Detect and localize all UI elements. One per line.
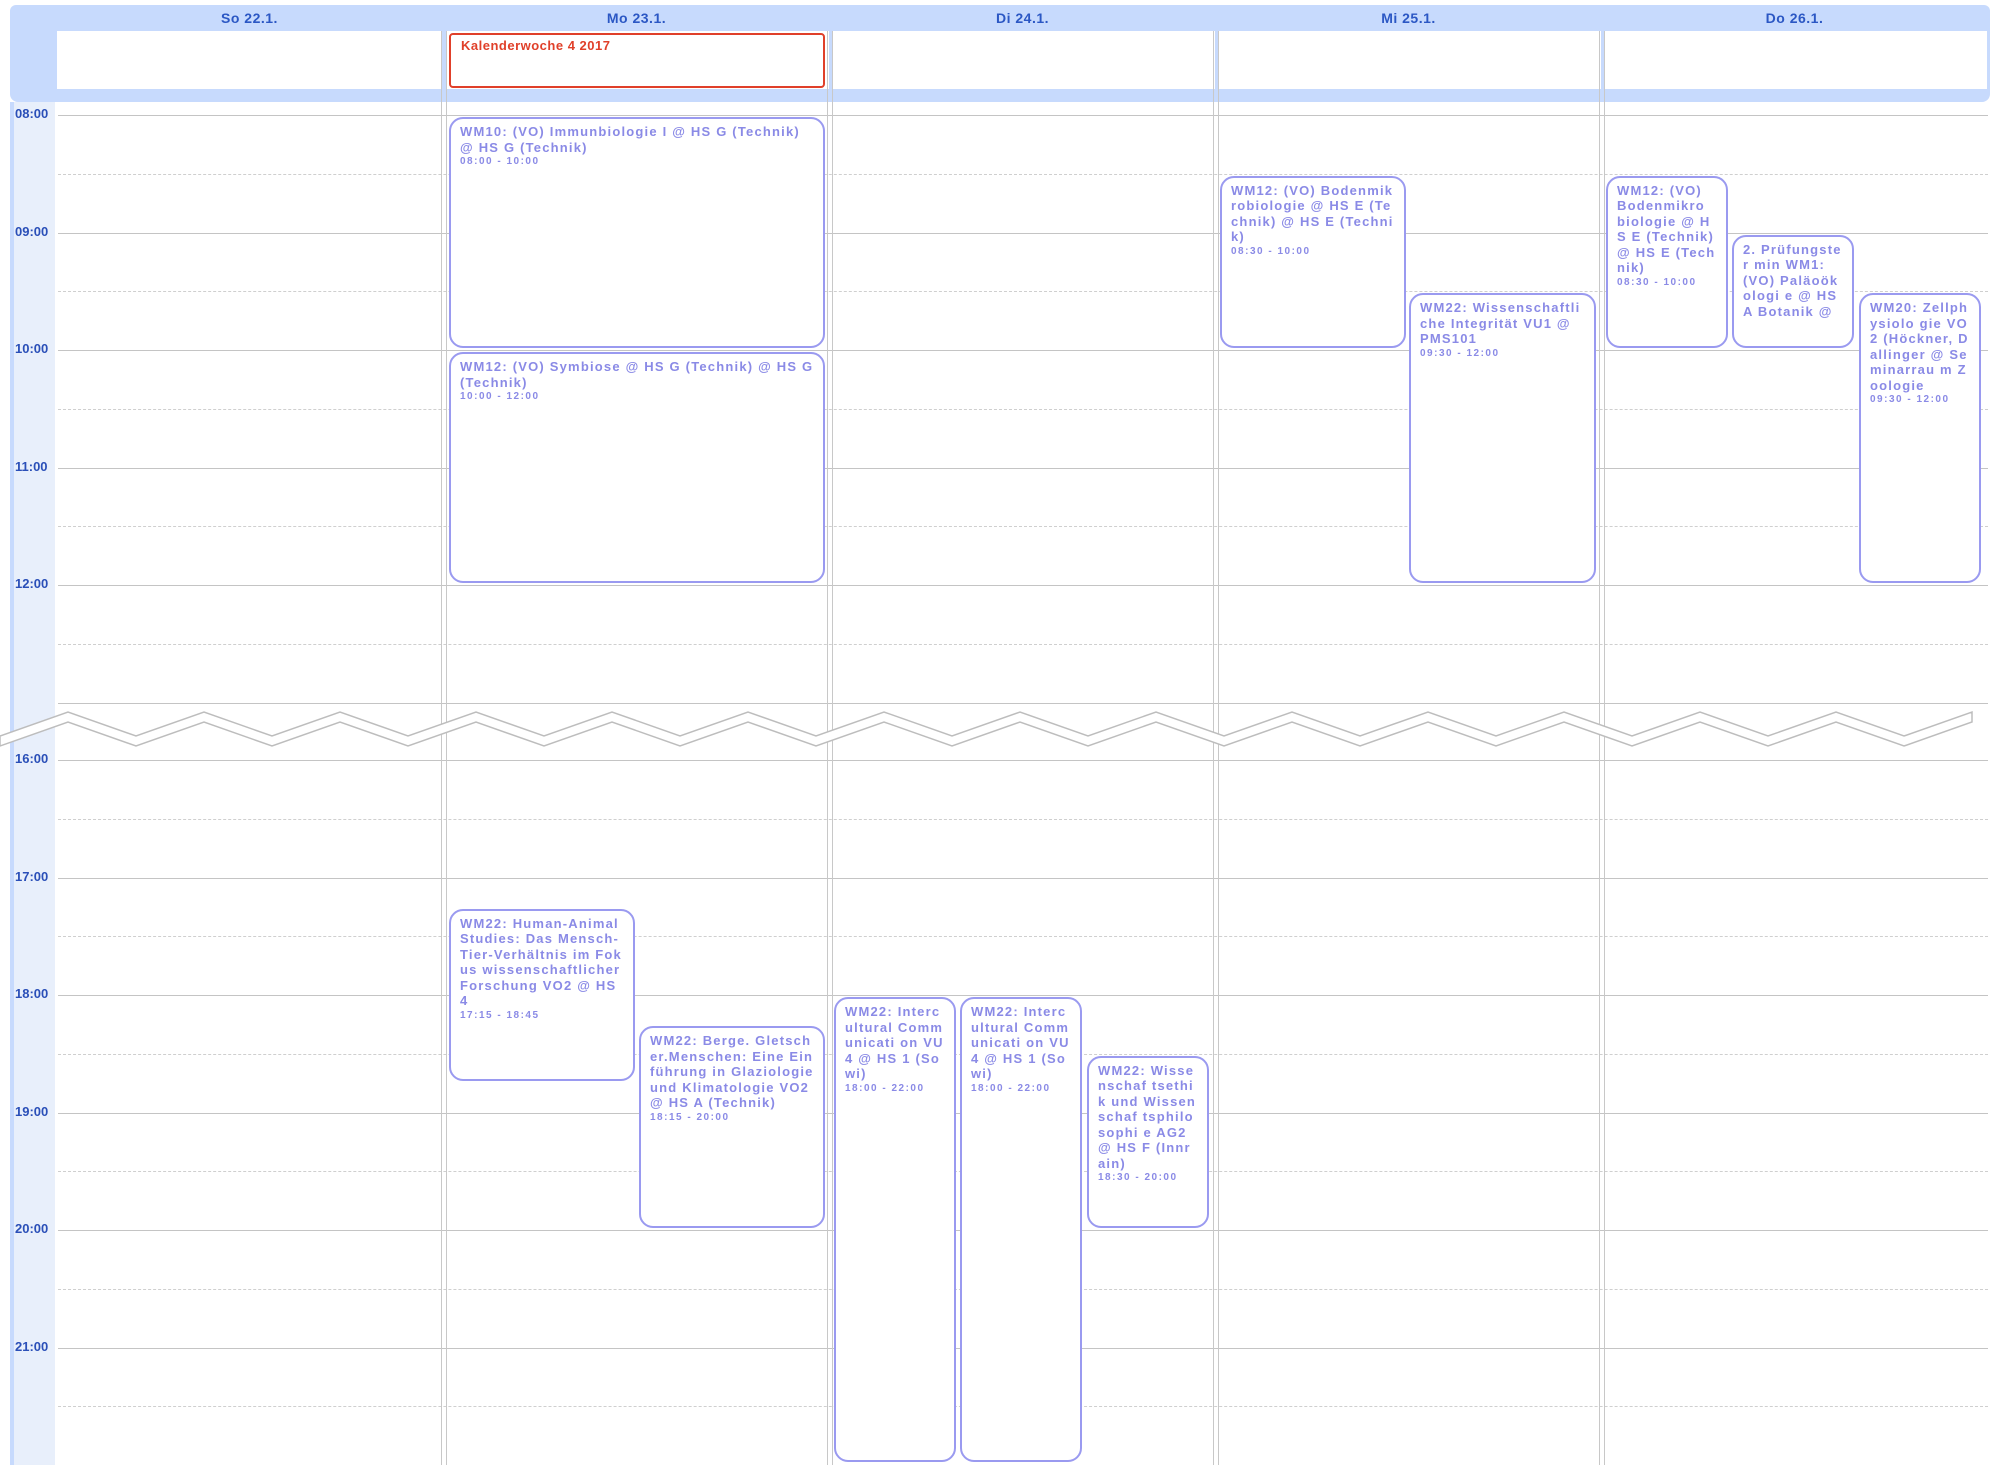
half-hour-gridline [58, 643, 1988, 645]
hour-gridline [58, 115, 1988, 116]
day-header[interactable]: Do 26.1. [1602, 5, 1987, 31]
half-hour-gridline [58, 526, 1988, 528]
day-header[interactable]: Mi 25.1. [1216, 5, 1601, 31]
event-title: WM22: Intercultural Communicati on VU4 @… [971, 1004, 1070, 1081]
day-header[interactable]: Di 24.1. [830, 5, 1215, 31]
hour-label: 11:00 [15, 458, 48, 474]
calendar-event[interactable]: WM22: Human-Animal Studies: Das Mensch-T… [449, 908, 635, 1082]
half-hour-gridline [58, 818, 1988, 820]
all-day-cell[interactable] [833, 31, 1215, 89]
hour-label: 17:00 [15, 868, 49, 884]
event-time: 18:15 - 20:00 [650, 1111, 730, 1123]
all-day-cell[interactable] [1605, 31, 1987, 89]
half-hour-gridline [58, 936, 1988, 938]
hour-gridline [58, 585, 1988, 586]
event-title: WM12: (VO) Bodenmikro biologie @ HS E (T… [1617, 182, 1716, 276]
hour-label: 09:00 [15, 223, 49, 239]
hour-gridline [58, 877, 1988, 879]
calendar-week-view: So 22.1. Mo 23.1. Di 24.1. Mi 25.1. Do 26.1.… [0, 0, 1997, 1465]
calendar-event[interactable]: WM22: Berge. Gletscher.Menschen: Eine Ei… [639, 1026, 825, 1228]
time-gutter [10, 102, 55, 1465]
hour-gridline [58, 350, 1988, 351]
time-gutter-edge [10, 102, 14, 1465]
hour-gridline [58, 760, 1988, 761]
calendar-event[interactable]: WM22: Wissenschaftliche Integrität VU1 @… [1409, 293, 1596, 583]
calendar-event[interactable]: WM22: Intercultural Communicati on VU4 @… [834, 997, 956, 1462]
hour-label: 20:00 [15, 1221, 49, 1236]
event-title: WM22: Wissenschaftliche Integrität VU1 @… [1420, 300, 1581, 347]
hour-label: 08:00 [15, 106, 49, 121]
hour-gridline [58, 467, 1988, 469]
all-day-event[interactable]: Kalenderwoche 4 2017 [449, 33, 825, 88]
all-day-cell[interactable] [1219, 31, 1601, 89]
event-title: 2. Prüfungster min WM1: (VO) Paläoökolog… [1743, 241, 1842, 319]
hour-label: 16:00 [15, 751, 49, 766]
hour-label: 10:00 [15, 341, 49, 356]
calendar-event[interactable]: WM20: Zellphysiolo gie VO2 (Höckner, Dal… [1859, 293, 1981, 583]
event-time: 17:15 - 18:45 [460, 1009, 540, 1021]
hour-label: 12:00 [15, 576, 49, 591]
event-time: 09:30 - 12:00 [1420, 347, 1500, 359]
event-time: 18:00 - 22:00 [971, 1082, 1051, 1094]
day-header[interactable]: So 22.1. [57, 5, 442, 31]
event-time: 18:30 - 20:00 [1098, 1172, 1178, 1184]
calendar-event[interactable]: WM12: (VO) Symbiose @ HS G (Technik) @ H… [449, 352, 825, 583]
event-title: WM22: Intercultural Communicati on VU4 @… [845, 1004, 944, 1081]
event-title: WM22: Human-Animal Studies: Das Mensch-T… [460, 915, 622, 1009]
hour-label: 18:00 [15, 986, 49, 1001]
event-title: WM22: Wissenschaf tsethik und Wissenscha… [1098, 1062, 1197, 1171]
calendar-event[interactable]: 2. Prüfungster min WM1: (VO) Paläoökolog… [1732, 234, 1854, 348]
event-time: 08:00 - 10:00 [460, 156, 540, 167]
event-time: 08:30 - 10:00 [1231, 245, 1311, 257]
event-title: WM12: (VO) Bodenmikrobiologie @ HS E (Te… [1231, 182, 1394, 245]
day-header[interactable]: Mo 23.1. [444, 5, 829, 31]
event-title: WM10: (VO) Immunbiologie I @ HS G (Techn… [460, 124, 800, 155]
hour-label: 19:00 [15, 1103, 49, 1119]
event-title: WM20: Zellphysiolo gie VO2 (Höckner, Dal… [1870, 300, 1969, 393]
all-day-cell[interactable] [57, 31, 442, 89]
event-title: WM22: Berge. Gletscher.Menschen: Eine Ei… [650, 1033, 814, 1111]
time-break-zigzag [0, 710, 1973, 747]
event-time: 18:00 - 22:00 [845, 1082, 925, 1094]
calendar-event[interactable]: WM12: (VO) Bodenmikrobiologie @ HS E (Te… [1220, 175, 1406, 348]
event-title: WM12: (VO) Symbiose @ HS G (Technik) @ H… [460, 359, 814, 390]
calendar-event[interactable]: WM12: (VO) Bodenmikro biologie @ HS E (T… [1606, 175, 1728, 348]
hour-gridline [58, 995, 1988, 996]
half-hour-gridline [58, 173, 1988, 175]
event-time: 10:00 - 12:00 [460, 391, 540, 402]
calendar-event[interactable]: WM22: Wissenschaf tsethik und Wissenscha… [1087, 1055, 1209, 1228]
event-time: 08:30 - 10:00 [1617, 276, 1697, 288]
calendar-event[interactable]: WM22: Intercultural Communicati on VU4 @… [960, 997, 1082, 1462]
half-hour-gridline [58, 408, 1988, 410]
calendar-event[interactable]: WM10: (VO) Immunbiologie I @ HS G (Techn… [449, 117, 825, 348]
event-time: 09:30 - 12:00 [1870, 394, 1950, 406]
hour-label: 21:00 [15, 1338, 49, 1354]
